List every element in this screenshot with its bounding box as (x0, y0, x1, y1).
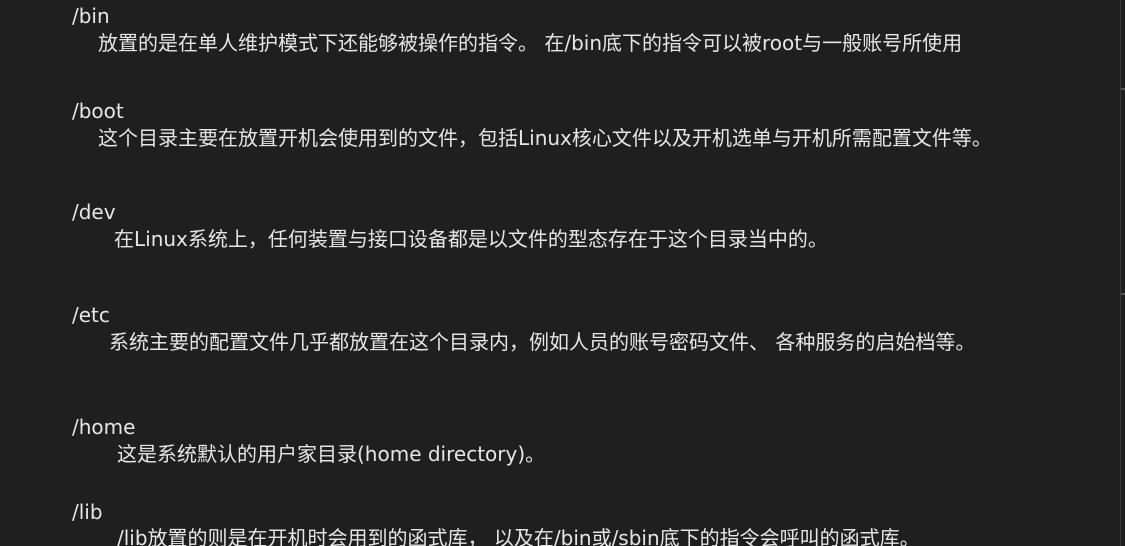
path-description: 放置的是在单人维护模式下还能够被操作的指令。 在/bin底下的指令可以被root… (98, 31, 963, 55)
document-view: /bin 放置的是在单人维护模式下还能够被操作的指令。 在/bin底下的指令可以… (0, 0, 1125, 546)
path-description: 这个目录主要在放置开机会使用到的文件，包括Linux核心文件以及开机选单与开机所… (98, 126, 992, 150)
path-heading: /lib (72, 500, 103, 524)
vertical-scrollbar[interactable] (1113, 0, 1125, 546)
path-heading: /bin (72, 4, 110, 28)
scrollbar-track (1120, 0, 1121, 546)
path-heading: /etc (72, 303, 110, 327)
path-heading: /boot (72, 99, 124, 123)
path-description: 系统主要的配置文件几乎都放置在这个目录内，例如人员的账号密码文件、 各种服务的启… (109, 330, 976, 354)
scrollbar-marker (1121, 88, 1125, 90)
path-description: 这是系统默认的用户家目录(home directory)。 (117, 442, 546, 466)
path-heading: /dev (72, 200, 116, 224)
path-description: 在Linux系统上，任何装置与接口设备都是以文件的型态存在于这个目录当中的。 (114, 227, 828, 251)
path-heading: /home (72, 415, 136, 439)
scrollbar-marker (1121, 293, 1125, 295)
path-description: /lib放置的则是在开机时会用到的函式库， 以及在/bin或/sbin底下的指令… (117, 526, 920, 546)
